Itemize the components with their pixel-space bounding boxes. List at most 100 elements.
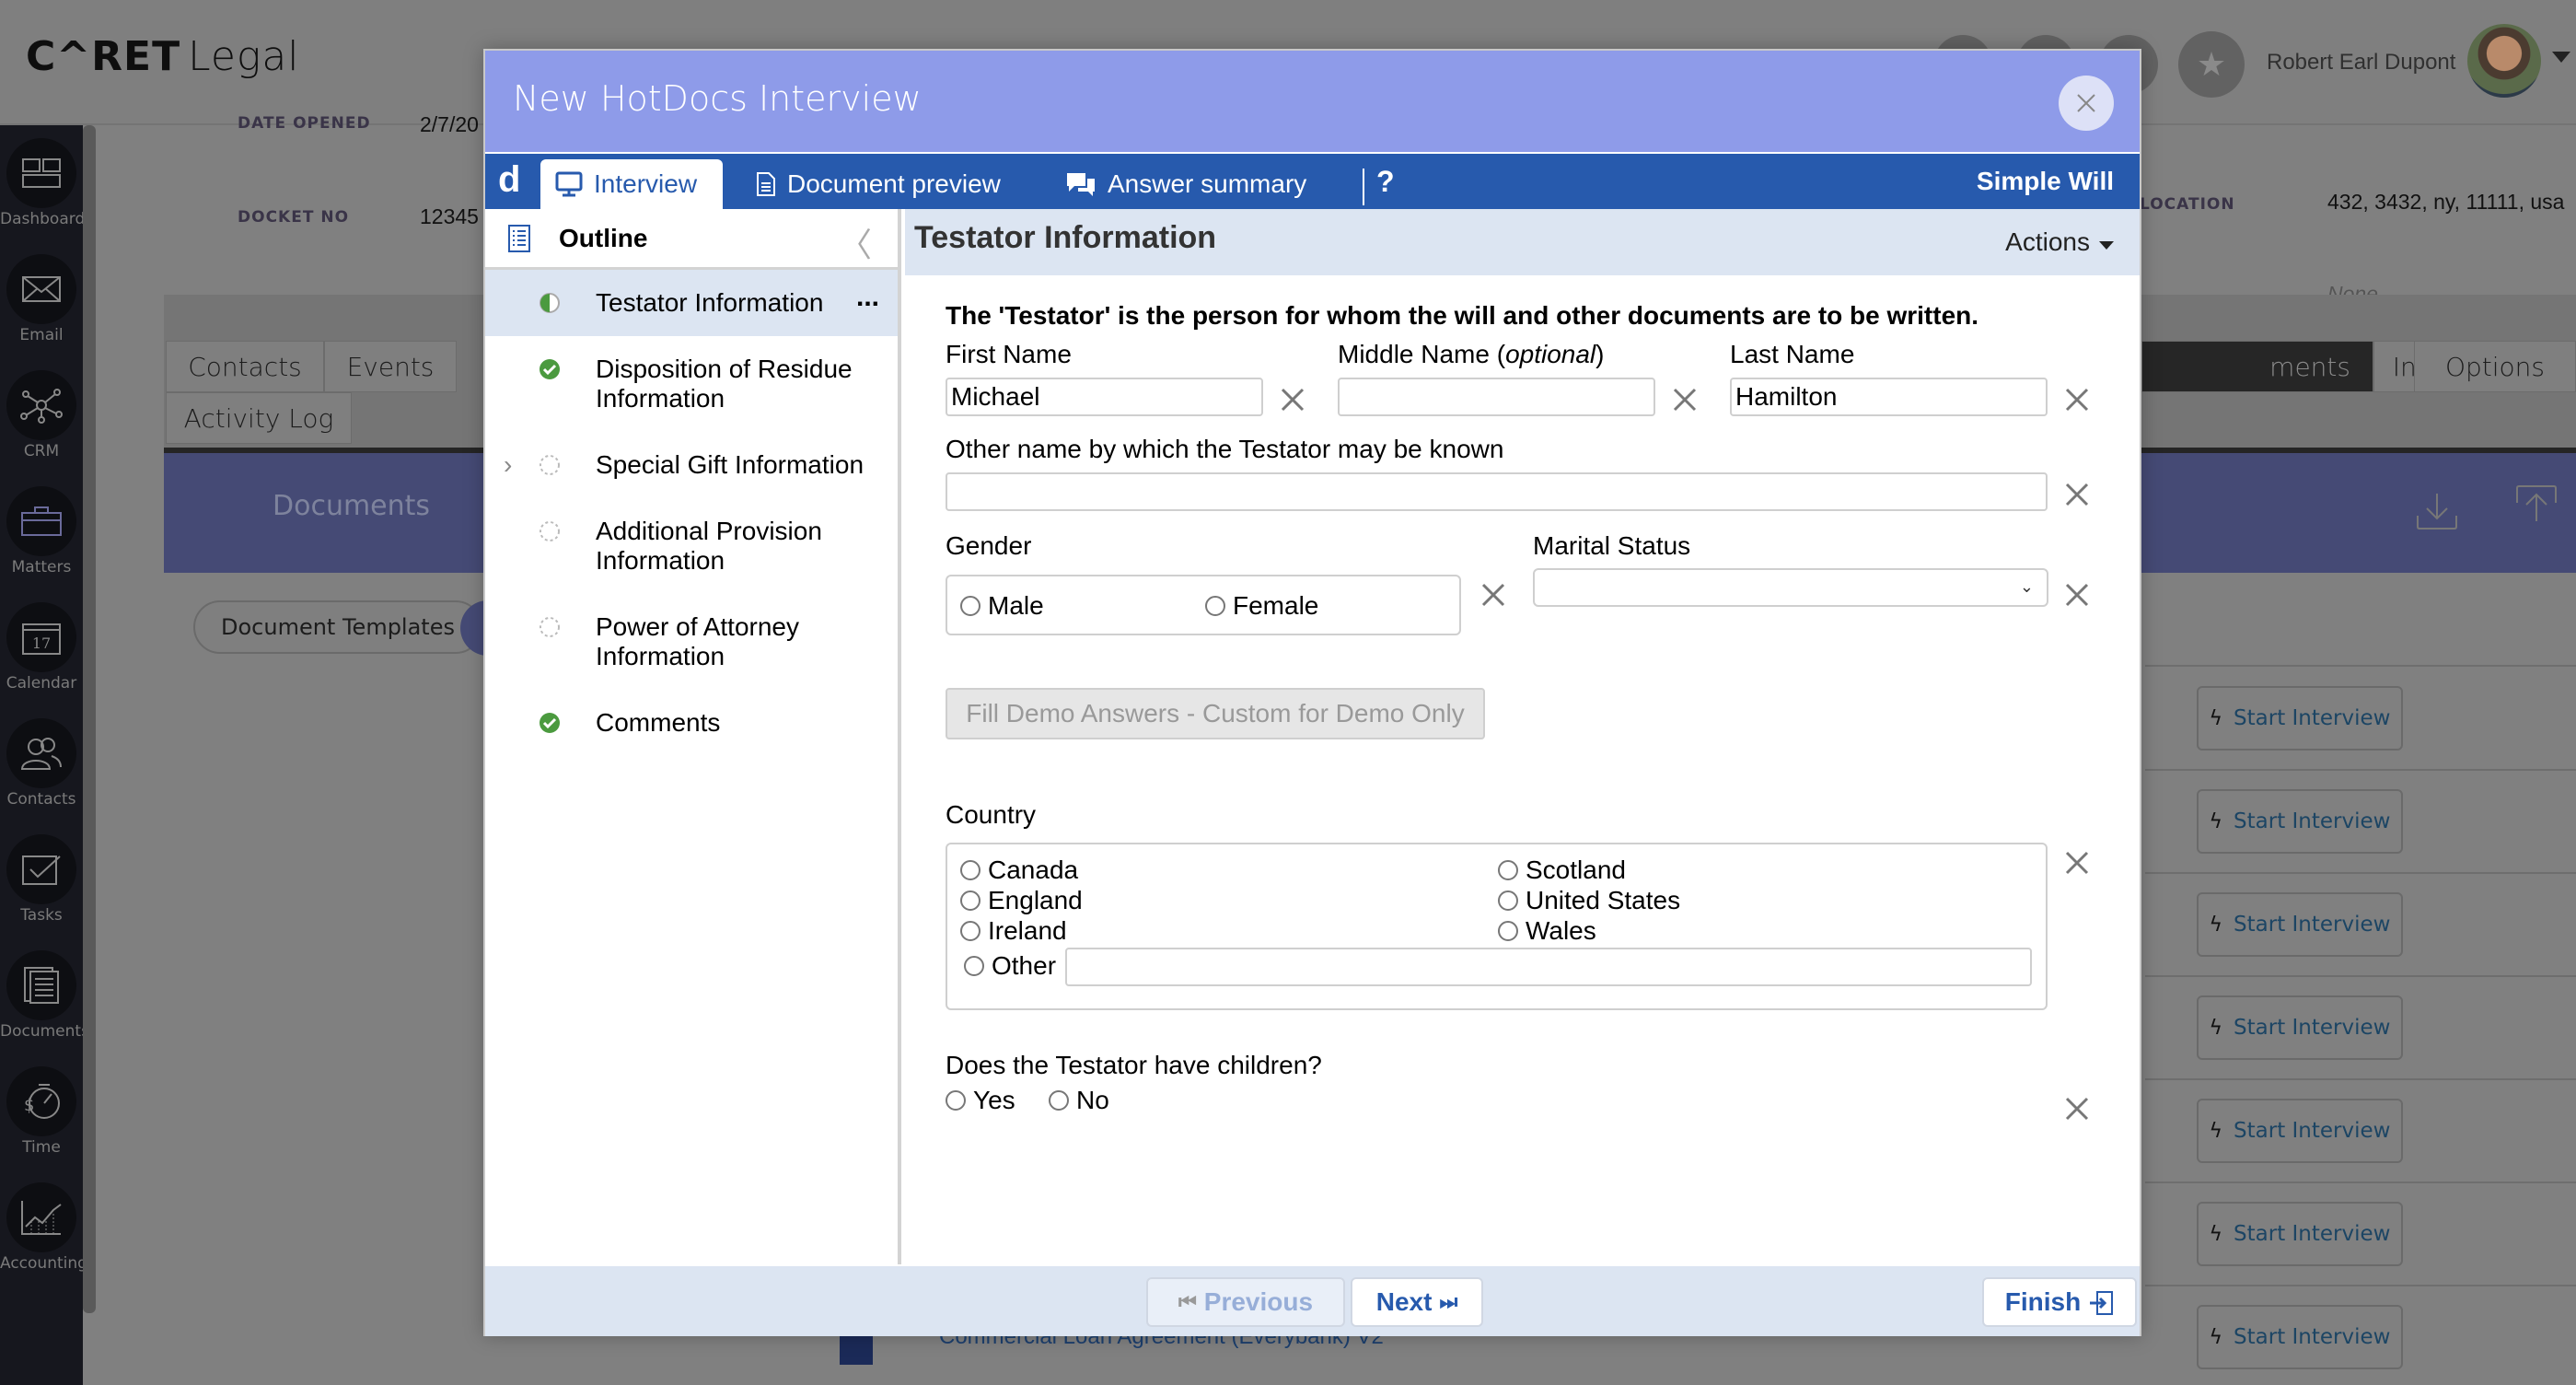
close-button[interactable] [2059, 76, 2114, 131]
finish-button[interactable]: Finish [1982, 1277, 2137, 1327]
previous-button[interactable]: ⏮ Previous [1146, 1277, 1345, 1327]
download-icon[interactable] [2416, 492, 2458, 530]
caret-legal-logo[interactable]: C^RET Legal [26, 33, 300, 80]
country-other-input[interactable] [1065, 948, 2032, 986]
radio-circle[interactable] [964, 956, 984, 976]
collapse-outline-chevron-icon[interactable]: 〈 [839, 218, 872, 266]
tab-options[interactable]: Options [2414, 341, 2576, 392]
lightning-icon: ϟ [2209, 809, 2223, 833]
clear-country-button[interactable] [2063, 849, 2091, 877]
start-interview-button[interactable]: ϟ Start Interview [2197, 1305, 2403, 1369]
radio-circle[interactable] [946, 1090, 966, 1111]
radio-circle[interactable] [960, 860, 981, 880]
country-scotland-radio[interactable]: Scotland [1498, 855, 1626, 885]
radio-circle[interactable] [1049, 1090, 1069, 1111]
sidebar-item-calendar[interactable]: 17 Calendar [0, 589, 83, 705]
outline-item-power-of-attorney[interactable]: Power of Attorney Information [485, 594, 898, 690]
outline-item-testator-information[interactable]: Testator Information ... [485, 270, 898, 336]
upload-icon[interactable] [2515, 484, 2558, 523]
start-interview-button[interactable]: ϟ Start Interview [2197, 1099, 2403, 1163]
modal-title: New HotDocs Interview [513, 78, 922, 119]
hotdocs-tabbar: d Interview Document preview Answer summ… [485, 154, 2140, 209]
user-name[interactable]: Robert Earl Dupont [2267, 50, 2455, 76]
lightning-icon: ϟ [2209, 1016, 2223, 1040]
outline-title: Outline [559, 224, 648, 252]
start-interview-button[interactable]: ϟ Start Interview [2197, 995, 2403, 1060]
first-name-input[interactable] [946, 378, 1263, 416]
clear-gender-button[interactable] [1479, 581, 1507, 609]
clear-first-name-button[interactable] [1279, 386, 1306, 413]
outline-item-disposition-of-residue[interactable]: Disposition of Residue Information [485, 336, 898, 432]
gender-label: Gender [946, 531, 1032, 560]
sidebar-item-contacts[interactable]: Contacts [0, 705, 83, 821]
clear-last-name-button[interactable] [2063, 386, 2091, 413]
country-canada-radio[interactable]: Canada [960, 855, 1078, 885]
gender-female-radio[interactable]: Female [1205, 591, 1318, 621]
country-wales-radio[interactable]: Wales [1498, 916, 1596, 946]
last-name-input[interactable] [1730, 378, 2048, 416]
clear-other-name-button[interactable] [2063, 481, 2091, 508]
sidebar-item-accounting[interactable]: Accounting [0, 1170, 87, 1286]
start-interview-button[interactable]: ϟ Start Interview [2197, 789, 2403, 854]
user-menu-caret-icon[interactable] [2552, 52, 2570, 63]
clear-marital-status-button[interactable] [2063, 581, 2091, 609]
radio-circle[interactable] [1498, 890, 1518, 911]
sidebar-scrollbar[interactable] [83, 125, 96, 1313]
other-name-input[interactable] [946, 472, 2048, 511]
clear-middle-name-button[interactable] [1671, 386, 1699, 413]
tab-document-preview[interactable]: Document preview [741, 159, 1015, 209]
dashboard-icon [22, 158, 61, 188]
country-other-radio[interactable]: Other [964, 951, 1056, 981]
start-interview-button[interactable]: ϟ Start Interview [2197, 686, 2403, 751]
document-templates-button[interactable]: Document Templates [193, 600, 482, 654]
clear-children-button[interactable] [2063, 1095, 2091, 1123]
tab-interview[interactable]: Interview [540, 159, 723, 209]
avatar[interactable] [2467, 24, 2541, 98]
help-button[interactable]: ? [1376, 165, 1395, 199]
radio-circle[interactable] [960, 596, 981, 616]
radio-circle[interactable] [960, 921, 981, 941]
outline-item-additional-provision[interactable]: Additional Provision Information [485, 498, 898, 594]
tab-contacts[interactable]: Contacts [166, 341, 324, 392]
country-ireland-radio[interactable]: Ireland [960, 916, 1067, 946]
tab-answer-summary[interactable]: Answer summary [1050, 159, 1321, 209]
next-button[interactable]: Next ⏭ [1351, 1277, 1483, 1327]
tab-documents[interactable]: ments [2141, 341, 2373, 392]
hotdocs-logo: d [498, 159, 521, 200]
clear-x-icon [1481, 583, 1505, 607]
fill-demo-answers-button[interactable]: Fill Demo Answers - Custom for Demo Only [946, 688, 1485, 739]
favorites-star-icon[interactable]: ★ [2178, 31, 2245, 98]
start-interview-button[interactable]: ϟ Start Interview [2197, 1202, 2403, 1266]
children-no-radio[interactable]: No [1049, 1086, 1109, 1115]
sidebar-item-tasks[interactable]: Tasks [0, 821, 83, 937]
radio-circle[interactable] [1205, 596, 1225, 616]
radio-circle[interactable] [960, 890, 981, 911]
expand-chevron-icon[interactable]: › [504, 450, 512, 480]
hotdocs-interview-modal: New HotDocs Interview d Interview Docume… [483, 49, 2141, 1336]
tab-events[interactable]: Events [324, 341, 457, 392]
more-options-icon[interactable]: ... [856, 283, 879, 312]
sidebar-item-time[interactable]: $ Time [0, 1053, 83, 1170]
sidebar-item-email[interactable]: Email [0, 241, 83, 357]
lightning-icon: ϟ [2209, 913, 2223, 937]
middle-name-input[interactable] [1338, 378, 1655, 416]
radio-circle[interactable] [1498, 921, 1518, 941]
sidebar-item-crm[interactable]: CRM [0, 357, 83, 473]
tab-activity-log[interactable]: Activity Log [166, 392, 352, 444]
clear-x-icon [2065, 483, 2089, 506]
radio-circle[interactable] [1498, 860, 1518, 880]
documents-band-title: Documents [273, 490, 431, 522]
country-united-states-radio[interactable]: United States [1498, 886, 1680, 915]
gender-male-radio[interactable]: Male [960, 591, 1044, 621]
outline-item-special-gift[interactable]: › Special Gift Information [485, 432, 898, 498]
sidebar-item-documents[interactable]: Documents [0, 937, 89, 1053]
sidebar-item-matters[interactable]: Matters [0, 473, 83, 589]
country-england-radio[interactable]: England [960, 886, 1083, 915]
start-interview-button[interactable]: ϟ Start Interview [2197, 892, 2403, 957]
children-yes-radio[interactable]: Yes [946, 1086, 1015, 1115]
actions-dropdown[interactable]: Actions [2005, 227, 2114, 257]
sidebar-item-dashboard[interactable]: Dashboard [0, 125, 85, 241]
outline-item-comments[interactable]: Comments [485, 690, 898, 756]
marital-status-select[interactable]: ⌄ [1533, 568, 2048, 607]
outline-header: Outline 〈 [485, 209, 898, 270]
